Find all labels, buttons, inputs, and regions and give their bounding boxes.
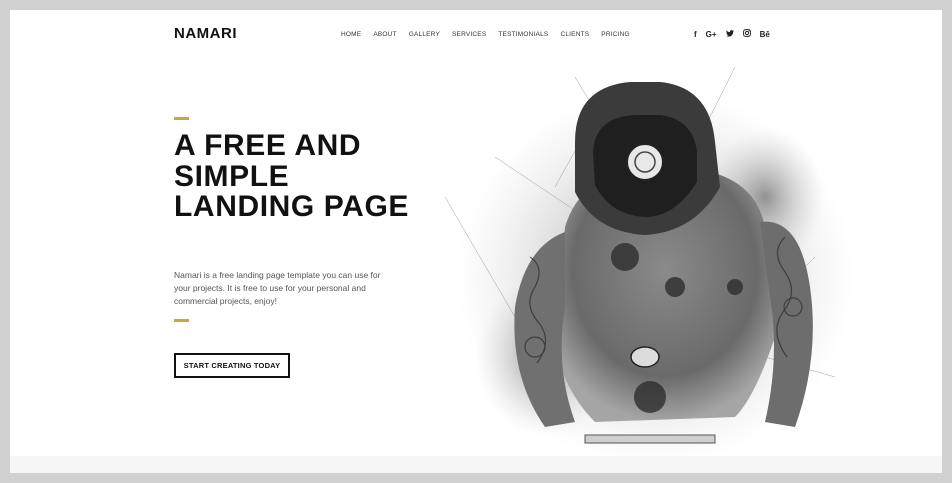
hero-title: A FREE AND SIMPLE LANDING PAGE	[174, 129, 409, 223]
hero-description: Namari is a free landing page template y…	[174, 270, 381, 306]
accent-line-top	[174, 117, 189, 120]
main-nav: HOME ABOUT GALLERY SERVICES TESTIMONIALS…	[341, 31, 630, 38]
nav-item-home[interactable]: HOME	[341, 31, 361, 38]
social-links: f G+ Bē	[694, 29, 770, 40]
nav-item-clients[interactable]: CLIENTS	[560, 31, 589, 38]
google-plus-icon[interactable]: G+	[706, 30, 717, 40]
nav-item-gallery[interactable]: GALLERY	[409, 31, 440, 38]
landing-page: NAMARI HOME ABOUT GALLERY SERVICES TESTI…	[10, 10, 942, 456]
accent-line-bottom	[174, 319, 189, 322]
instagram-icon[interactable]	[742, 29, 751, 40]
twitter-icon[interactable]	[725, 29, 734, 40]
start-creating-button[interactable]: START CREATING TODAY	[174, 353, 290, 378]
hero-illustration	[444, 66, 855, 456]
brand-logo[interactable]: NAMARI	[174, 25, 237, 42]
nav-item-services[interactable]: SERVICES	[452, 31, 486, 38]
behance-icon[interactable]: Bē	[760, 30, 770, 40]
facebook-icon[interactable]: f	[694, 30, 697, 40]
nav-item-pricing[interactable]: PRICING	[601, 31, 630, 38]
nav-item-about[interactable]: ABOUT	[373, 31, 396, 38]
page-bottom-strip	[10, 456, 942, 473]
nav-item-testimonials[interactable]: TESTIMONIALS	[498, 31, 548, 38]
